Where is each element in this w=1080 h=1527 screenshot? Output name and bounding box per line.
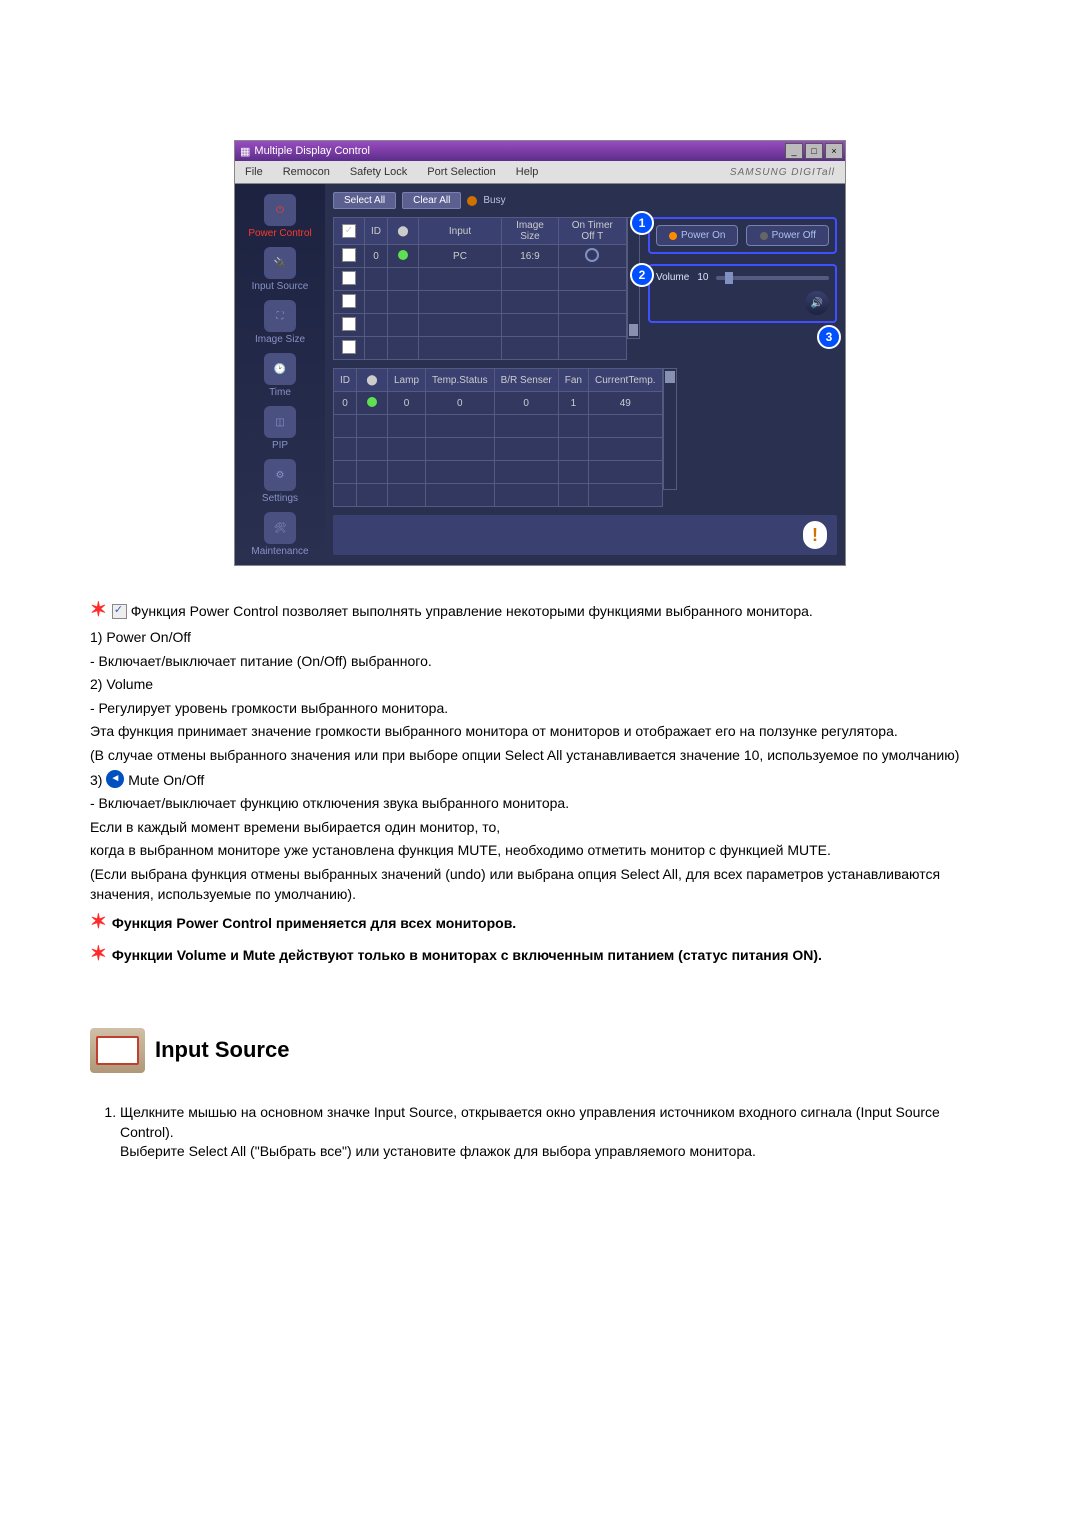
section-list: Щелкните мышью на основном значке Input … (90, 1103, 990, 1162)
section-header: Input Source (90, 1028, 990, 1073)
callout-1: 1 (630, 211, 654, 235)
sidebar-item-power-control[interactable]: ⏻Power Control (235, 194, 325, 239)
col-timer: On Timer Off T (558, 218, 626, 245)
gear-icon: ⚙ (264, 459, 296, 491)
clear-all-button[interactable]: Clear All (402, 192, 461, 209)
volume-panel: Volume 10 🔊 (648, 264, 837, 323)
section-title: Input Source (155, 1035, 289, 1066)
grid2-scrollbar[interactable] (663, 368, 677, 490)
callout-2: 2 (630, 263, 654, 287)
sidebar-item-settings[interactable]: ⚙Settings (235, 459, 325, 504)
alert-icon: ! (803, 521, 827, 549)
note1: Функция Power Control применяется для вс… (112, 915, 516, 931)
item2-title: 2) Volume (90, 675, 990, 695)
menu-port-selection[interactable]: Port Selection (417, 166, 505, 178)
item2-l1: - Регулирует уровень громкости выбранног… (90, 699, 990, 719)
brand-label: SAMSUNG DIGITall (720, 167, 845, 178)
menu-safety-lock[interactable]: Safety Lock (340, 166, 417, 178)
item3-l4: (Если выбрана функция отмены выбранных з… (90, 865, 990, 904)
volume-value: 10 (697, 272, 708, 283)
item2-l3: (В случае отмены выбранного значения или… (90, 746, 990, 766)
star-icon: ✶ (90, 940, 108, 968)
row-checkbox[interactable] (342, 248, 356, 262)
checkbox-icon (112, 604, 127, 619)
document-body: ✶ Функция Power Control позволяет выполн… (90, 596, 990, 1162)
volume-label: Volume (656, 272, 689, 283)
item3-l2: Если в каждый момент времени выбирается … (90, 818, 990, 838)
menu-help[interactable]: Help (506, 166, 549, 178)
timer-led-icon (585, 248, 599, 262)
window-title: Multiple Display Control (254, 145, 370, 157)
pip-icon: ◫ (264, 406, 296, 438)
mute-icon[interactable]: 🔊 (805, 291, 829, 315)
col-image-size: Image Size (502, 218, 559, 245)
maintenance-icon: 🛠 (264, 512, 296, 544)
power-on-dot-icon (669, 232, 677, 240)
input-source-icon (90, 1028, 145, 1073)
status-led-icon (367, 397, 377, 407)
titlebar: ▦ Multiple Display Control _ □ × (235, 141, 845, 161)
minimize-button[interactable]: _ (785, 143, 803, 159)
status-grid: ID ⬤ Lamp Temp.Status B/R Senser Fan Cur… (333, 368, 663, 507)
sidebar-item-maintenance[interactable]: 🛠Maintenance (235, 512, 325, 557)
star-icon: ✶ (90, 908, 108, 936)
item3-l3: когда в выбранном мониторе уже установле… (90, 841, 990, 861)
power-off-dot-icon (760, 232, 768, 240)
main-panel: Select All Clear All Busy ✓ ID ⬤ Input (325, 184, 845, 565)
status-bar: ! (333, 515, 837, 555)
col-status: ⬤ (388, 218, 419, 245)
sidebar-item-image-size[interactable]: ⛶Image Size (235, 300, 325, 345)
power-icon: ⏻ (264, 194, 296, 226)
size-icon: ⛶ (264, 300, 296, 332)
mute-icon-inline (106, 770, 124, 788)
maximize-button[interactable]: □ (805, 143, 823, 159)
mdc-window: ▦ Multiple Display Control _ □ × File Re… (234, 140, 846, 566)
status-led-on-icon (398, 250, 408, 260)
item2-l2: Эта функция принимает значение громкости… (90, 722, 990, 742)
header-checkbox[interactable]: ✓ (342, 224, 356, 238)
col-input: Input (419, 218, 502, 245)
power-panel: Power On Power Off (648, 217, 837, 254)
menu-remocon[interactable]: Remocon (273, 166, 340, 178)
time-icon: 🕑 (264, 353, 296, 385)
item1-title: 1) Power On/Off (90, 628, 990, 648)
intro-text: Функция Power Control позволяет выполнят… (131, 603, 813, 619)
volume-thumb[interactable] (725, 272, 733, 284)
select-all-button[interactable]: Select All (333, 192, 396, 209)
sidebar-item-time[interactable]: 🕑Time (235, 353, 325, 398)
item1-line: - Включает/выключает питание (On/Off) вы… (90, 652, 990, 672)
app-icon: ▦ (240, 145, 250, 158)
item3-title: 3) Mute On/Off (90, 770, 990, 791)
menubar: File Remocon Safety Lock Port Selection … (235, 161, 845, 184)
sidebar-item-input-source[interactable]: 🔌Input Source (235, 247, 325, 292)
status-row[interactable]: 0 0 0 0 1 49 (334, 392, 663, 415)
star-icon: ✶ (90, 596, 108, 624)
list-item: Щелкните мышью на основном значке Input … (120, 1103, 990, 1162)
input-icon: 🔌 (264, 247, 296, 279)
power-on-button[interactable]: Power On (656, 225, 739, 246)
grid-row[interactable]: 0 PC 16:9 (334, 245, 627, 268)
note2: Функции Volume и Mute действуют только в… (112, 947, 822, 963)
busy-icon (467, 196, 477, 206)
monitor-grid: ✓ ID ⬤ Input Image Size On Timer Off T 0 (333, 217, 627, 360)
sidebar-item-pip[interactable]: ◫PIP (235, 406, 325, 451)
busy-label: Busy (483, 195, 505, 206)
col-id: ID (365, 218, 388, 245)
volume-slider[interactable] (716, 276, 829, 280)
menu-file[interactable]: File (235, 166, 273, 178)
power-off-button[interactable]: Power Off (746, 225, 829, 246)
callout-3: 3 (817, 325, 841, 349)
sidebar: ⏻Power Control 🔌Input Source ⛶Image Size… (235, 184, 325, 565)
item3-l1: - Включает/выключает функцию отключения … (90, 794, 990, 814)
close-button[interactable]: × (825, 143, 843, 159)
